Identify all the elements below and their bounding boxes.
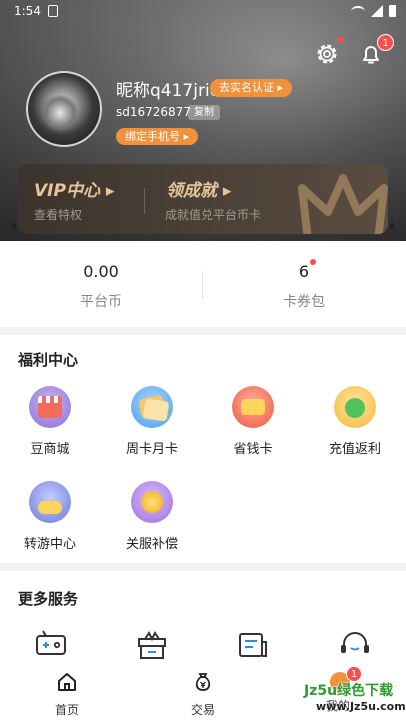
status-bar: 1:54 bbox=[0, 0, 406, 24]
site-watermark: Jz5u绿色下载 bbox=[304, 683, 394, 699]
tab-trade-label: 交易 bbox=[190, 703, 215, 717]
more-services-title: 更多服务 bbox=[18, 590, 79, 608]
welfare-item-label: 豆商城 bbox=[30, 442, 70, 457]
store-icon bbox=[29, 386, 71, 428]
battery-icon bbox=[389, 5, 396, 17]
tab-home[interactable]: 首页 bbox=[37, 671, 97, 718]
user-id: sd16726877 bbox=[116, 105, 191, 119]
achievement-title: 领成就 ▸ bbox=[166, 181, 232, 201]
wallet-stats: 0.00 平台币 6 卡券包 bbox=[0, 241, 406, 327]
welfare-item-label: 转游中心 bbox=[23, 537, 76, 552]
coupon-new-dot bbox=[310, 259, 316, 265]
welfare-item-label: 省钱卡 bbox=[233, 442, 273, 457]
welfare-item-game-transfer[interactable]: 转游中心 bbox=[10, 481, 90, 552]
welfare-item-server-compensation[interactable]: 关服补偿 bbox=[112, 481, 192, 552]
welfare-item-label: 关服补偿 bbox=[125, 537, 178, 552]
tab-home-label: 首页 bbox=[54, 703, 79, 717]
welfare-item-label: 充值返利 bbox=[328, 442, 381, 457]
gamepad-service-icon[interactable] bbox=[34, 630, 68, 660]
gift-service-icon[interactable] bbox=[135, 630, 169, 660]
status-icons bbox=[351, 5, 396, 17]
discount-card-icon bbox=[232, 386, 274, 428]
settings-dot bbox=[337, 37, 343, 43]
vip-divider bbox=[144, 188, 145, 214]
copy-id-button[interactable]: 复制 bbox=[188, 105, 220, 120]
stats-divider bbox=[202, 271, 203, 299]
welfare-item-recharge-rebate[interactable]: 充值返利 bbox=[315, 386, 395, 457]
rebate-icon bbox=[334, 386, 376, 428]
bind-phone-button[interactable]: 绑定手机号 ▸ bbox=[116, 128, 199, 145]
achievement-subtitle: 成就值兑平台币卡 bbox=[165, 208, 262, 222]
banner-edge-left bbox=[12, 223, 16, 229]
coupon-value: 6 bbox=[298, 262, 310, 281]
nickname: 昵称q417jric bbox=[116, 81, 220, 101]
verify-identity-button[interactable]: 去实名认证 ▸ bbox=[210, 79, 293, 97]
game-transfer-icon bbox=[29, 481, 71, 523]
vip-center-title: VIP中心 ▸ bbox=[34, 181, 115, 201]
vip-banner: VIP中心 ▸ 查看特权 领成就 ▸ 成就值兑平台币卡 bbox=[18, 164, 388, 234]
notification-badge: 1 bbox=[377, 34, 394, 51]
welfare-item-label: 周卡月卡 bbox=[125, 442, 178, 457]
tab-trade[interactable]: 交易 bbox=[173, 671, 233, 718]
coupon-label: 卡券包 bbox=[283, 294, 325, 310]
welfare-item-bean-store[interactable]: 豆商城 bbox=[10, 386, 90, 457]
wifi-icon bbox=[351, 5, 365, 17]
home-icon bbox=[58, 673, 76, 691]
status-time: 1:54 bbox=[14, 4, 41, 18]
customer-service-icon[interactable] bbox=[338, 630, 372, 660]
card-icon bbox=[131, 386, 173, 428]
sim-card-icon bbox=[48, 5, 58, 17]
crown-icon bbox=[298, 174, 388, 234]
welfare-title: 福利中心 bbox=[18, 351, 79, 369]
coin-icon bbox=[131, 481, 173, 523]
welfare-item-weekly-monthly-card[interactable]: 周卡月卡 bbox=[112, 386, 192, 457]
platform-coin-label: 平台币 bbox=[80, 294, 122, 310]
platform-coin-value: 0.00 bbox=[83, 262, 119, 281]
document-service-icon[interactable] bbox=[236, 630, 270, 660]
vip-center-subtitle: 查看特权 bbox=[34, 208, 83, 222]
avatar[interactable] bbox=[26, 71, 102, 147]
welfare-center: 福利中心 豆商城 周卡月卡 省钱卡 充值返利 转游中心 关服补偿 bbox=[0, 335, 406, 563]
banner-edge-right bbox=[390, 223, 394, 229]
profile-header: 1:54 1 昵称q417jric 去实名认证 ▸ sd16726877 复制 … bbox=[0, 0, 406, 241]
money-bag-icon bbox=[195, 673, 211, 691]
welfare-item-saving-card[interactable]: 省钱卡 bbox=[213, 386, 293, 457]
gear-icon[interactable] bbox=[314, 41, 340, 67]
site-watermark-url: www.Jz5u.com bbox=[316, 700, 406, 713]
signal-icon bbox=[371, 5, 383, 17]
